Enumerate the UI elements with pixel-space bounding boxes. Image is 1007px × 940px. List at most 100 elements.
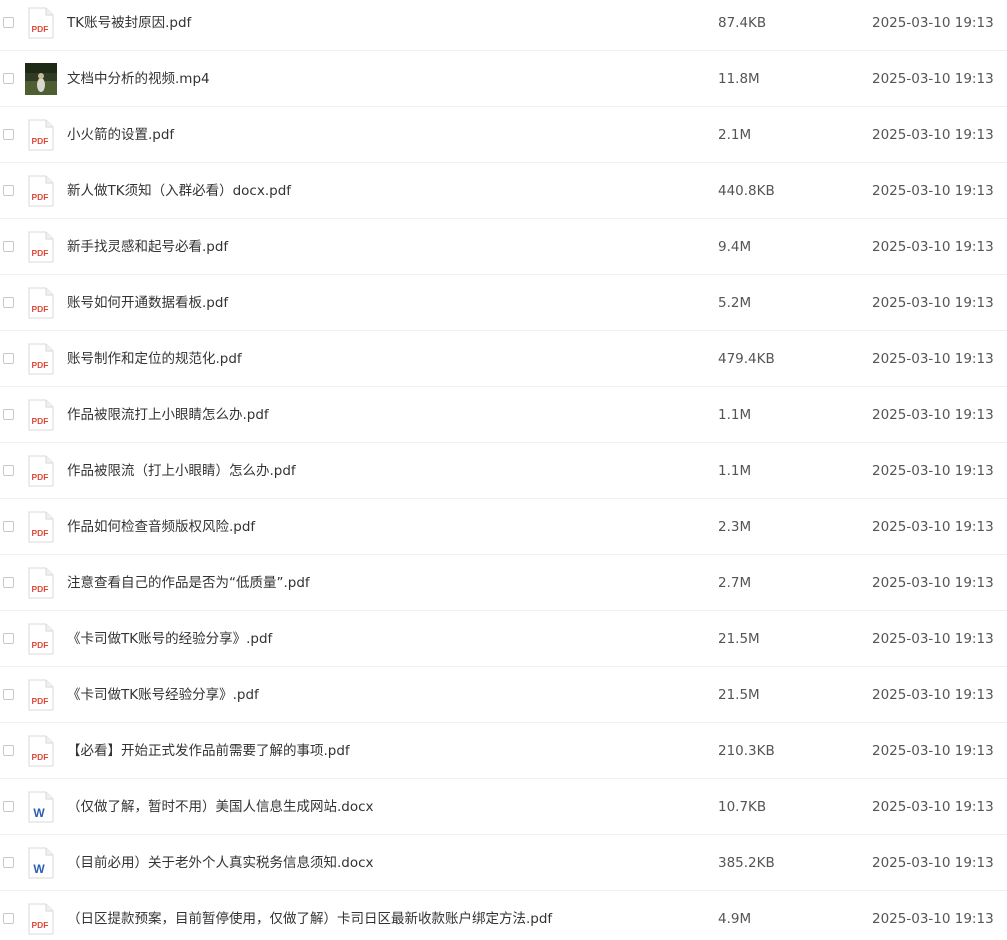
file-size: 1.1M xyxy=(718,463,752,479)
file-type-label: PDF xyxy=(32,584,49,594)
file-size: 440.8KB xyxy=(718,183,775,199)
file-row[interactable]: PDF 新人做TK须知（入群必看）docx.pdf 440.8KB 2025-03-… xyxy=(0,168,1007,224)
file-modified-date: 2025-03-10 19:13 xyxy=(872,519,994,535)
row-checkbox[interactable] xyxy=(3,353,14,364)
row-checkbox[interactable] xyxy=(3,185,14,196)
pdf-file-icon: PDF xyxy=(26,735,56,767)
pdf-file-icon: PDF xyxy=(26,399,56,431)
file-modified-date: 2025-03-10 19:13 xyxy=(872,71,994,87)
file-modified-date: 2025-03-10 19:13 xyxy=(872,127,994,143)
pdf-file-icon: PDF xyxy=(26,287,56,319)
file-row[interactable]: PDF 作品被限流（打上小眼睛）怎么办.pdf 1.1M 2025-03-10 19… xyxy=(0,448,1007,504)
word-file-icon: W xyxy=(26,791,56,823)
pdf-file-icon: PDF xyxy=(26,903,56,935)
file-row[interactable]: PDF （日区提款预案，目前暂停使用，仅做了解）卡司日区最新收款账户绑定方法.p… xyxy=(0,896,1007,940)
row-checkbox[interactable] xyxy=(3,297,14,308)
file-type-label: PDF xyxy=(32,136,49,146)
row-checkbox[interactable] xyxy=(3,73,14,84)
pdf-file-icon: PDF xyxy=(26,231,56,263)
file-modified-date: 2025-03-10 19:13 xyxy=(872,15,994,31)
file-size: 2.7M xyxy=(718,575,752,591)
file-name[interactable]: （仅做了解，暂时不用）美国人信息生成网站.docx xyxy=(67,798,374,816)
file-name[interactable]: （日区提款预案，目前暂停使用，仅做了解）卡司日区最新收款账户绑定方法.pdf xyxy=(67,910,552,928)
file-row[interactable]: PDF 小火箭的设置.pdf 2.1M 2025-03-10 19:13 xyxy=(0,112,1007,168)
row-checkbox[interactable] xyxy=(3,521,14,532)
file-row[interactable]: PDF 《卡司做TK账号的经验分享》.pdf 21.5M 2025-03-10 19… xyxy=(0,616,1007,672)
row-divider xyxy=(0,722,1007,723)
file-type-label: PDF xyxy=(32,472,49,482)
file-row[interactable]: PDF 作品被限流打上小眼睛怎么办.pdf 1.1M 2025-03-10 19:1… xyxy=(0,392,1007,448)
file-row[interactable]: PDF 新手找灵感和起号必看.pdf 9.4M 2025-03-10 19:13 xyxy=(0,224,1007,280)
file-modified-date: 2025-03-10 19:13 xyxy=(872,295,994,311)
row-checkbox[interactable] xyxy=(3,633,14,644)
row-checkbox[interactable] xyxy=(3,857,14,868)
row-divider xyxy=(0,386,1007,387)
file-size: 11.8M xyxy=(718,71,760,87)
pdf-file-icon: PDF xyxy=(26,175,56,207)
row-checkbox[interactable] xyxy=(3,465,14,476)
file-name[interactable]: 小火箭的设置.pdf xyxy=(67,126,174,144)
file-row[interactable]: PDF 【必看】开始正式发作品前需要了解的事项.pdf 210.3KB 2025-0… xyxy=(0,728,1007,784)
file-type-label: PDF xyxy=(32,640,49,650)
row-checkbox[interactable] xyxy=(3,801,14,812)
file-type-label: PDF xyxy=(32,416,49,426)
row-divider xyxy=(0,890,1007,891)
row-divider xyxy=(0,50,1007,51)
row-divider xyxy=(0,778,1007,779)
file-size: 479.4KB xyxy=(718,351,775,367)
file-name[interactable]: 账号制作和定位的规范化.pdf xyxy=(67,350,242,368)
file-name[interactable]: （目前必用）关于老外个人真实税务信息须知.docx xyxy=(67,854,374,872)
file-name[interactable]: 新人做TK须知（入群必看）docx.pdf xyxy=(67,182,291,200)
pdf-file-icon: PDF xyxy=(26,7,56,39)
file-modified-date: 2025-03-10 19:13 xyxy=(872,631,994,647)
file-modified-date: 2025-03-10 19:13 xyxy=(872,911,994,927)
row-checkbox[interactable] xyxy=(3,129,14,140)
file-name[interactable]: 新手找灵感和起号必看.pdf xyxy=(67,238,228,256)
row-divider xyxy=(0,554,1007,555)
file-size: 385.2KB xyxy=(718,855,775,871)
file-type-label: PDF xyxy=(32,920,49,930)
row-checkbox[interactable] xyxy=(3,241,14,252)
file-row[interactable]: PDF 账号如何开通数据看板.pdf 5.2M 2025-03-10 19:13 xyxy=(0,280,1007,336)
file-row[interactable]: PDF 作品如何检查音频版权风险.pdf 2.3M 2025-03-10 19:13 xyxy=(0,504,1007,560)
file-size: 210.3KB xyxy=(718,743,775,759)
row-checkbox[interactable] xyxy=(3,17,14,28)
file-name[interactable]: 文档中分析的视频.mp4 xyxy=(67,70,210,88)
pdf-file-icon: PDF xyxy=(26,679,56,711)
row-divider xyxy=(0,330,1007,331)
file-name[interactable]: 作品如何检查音频版权风险.pdf xyxy=(67,518,255,536)
file-row[interactable]: PDF 《卡司做TK账号经验分享》.pdf 21.5M 2025-03-10 19:… xyxy=(0,672,1007,728)
row-checkbox[interactable] xyxy=(3,745,14,756)
file-name[interactable]: 《卡司做TK账号经验分享》.pdf xyxy=(67,686,259,704)
file-name[interactable]: 《卡司做TK账号的经验分享》.pdf xyxy=(67,630,272,648)
file-type-label: PDF xyxy=(32,360,49,370)
row-divider xyxy=(0,218,1007,219)
file-row[interactable]: PDF 账号制作和定位的规范化.pdf 479.4KB 2025-03-10 19:… xyxy=(0,336,1007,392)
file-name[interactable]: 作品被限流（打上小眼睛）怎么办.pdf xyxy=(67,462,296,480)
file-name[interactable]: 账号如何开通数据看板.pdf xyxy=(67,294,228,312)
file-row[interactable]: 文档中分析的视频.mp4 11.8M 2025-03-10 19:13 xyxy=(0,56,1007,112)
file-size: 4.9M xyxy=(718,911,752,927)
pdf-file-icon: PDF xyxy=(26,623,56,655)
row-checkbox[interactable] xyxy=(3,409,14,420)
row-checkbox[interactable] xyxy=(3,577,14,588)
file-modified-date: 2025-03-10 19:13 xyxy=(872,183,994,199)
file-row[interactable]: W （目前必用）关于老外个人真实税务信息须知.docx 385.2KB 2025-0… xyxy=(0,840,1007,896)
row-divider xyxy=(0,666,1007,667)
file-row[interactable]: PDF TK账号被封原因.pdf 87.4KB 2025-03-10 19:13 xyxy=(0,0,1007,56)
file-type-label: PDF xyxy=(32,192,49,202)
pdf-file-icon: PDF xyxy=(26,567,56,599)
pdf-file-icon: PDF xyxy=(26,455,56,487)
file-row[interactable]: W （仅做了解，暂时不用）美国人信息生成网站.docx 10.7KB 2025-03… xyxy=(0,784,1007,840)
file-modified-date: 2025-03-10 19:13 xyxy=(872,407,994,423)
file-name[interactable]: 【必看】开始正式发作品前需要了解的事项.pdf xyxy=(67,742,350,760)
row-checkbox[interactable] xyxy=(3,913,14,924)
file-row[interactable]: PDF 注意查看自己的作品是否为“低质量”.pdf 2.7M 2025-03-10 … xyxy=(0,560,1007,616)
file-size: 2.3M xyxy=(718,519,752,535)
file-name[interactable]: TK账号被封原因.pdf xyxy=(67,14,191,32)
row-checkbox[interactable] xyxy=(3,689,14,700)
file-size: 5.2M xyxy=(718,295,752,311)
row-divider xyxy=(0,274,1007,275)
file-name[interactable]: 注意查看自己的作品是否为“低质量”.pdf xyxy=(67,574,310,592)
file-name[interactable]: 作品被限流打上小眼睛怎么办.pdf xyxy=(67,406,269,424)
